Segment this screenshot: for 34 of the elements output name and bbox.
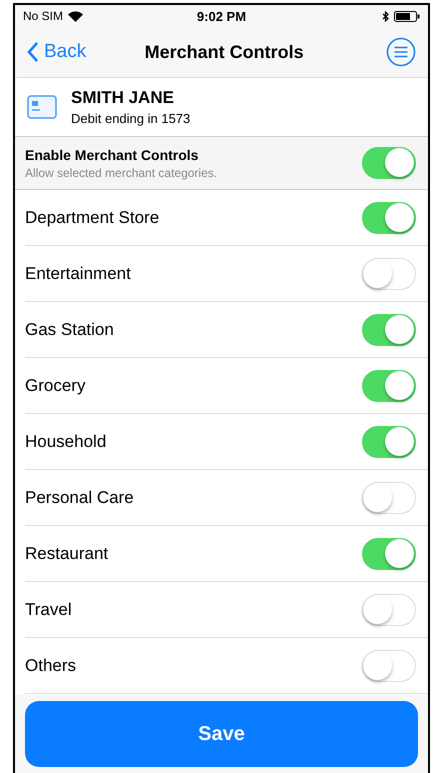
setting-label: Enable Merchant Controls	[25, 146, 200, 162]
category-label: Travel	[25, 600, 72, 620]
toggle-switch[interactable]	[362, 650, 416, 682]
toggle-switch[interactable]	[362, 482, 416, 514]
chevron-left-icon	[27, 41, 39, 63]
category-label: Restaurant	[25, 544, 108, 564]
toggle-switch[interactable]	[362, 426, 416, 458]
wifi-icon	[68, 10, 84, 22]
toggle-switch[interactable]	[362, 147, 416, 179]
category-label: Personal Care	[25, 488, 134, 508]
toggle-switch[interactable]	[362, 594, 416, 626]
toggle-switch[interactable]	[362, 258, 416, 290]
status-time: 9:02 PM	[196, 8, 246, 24]
category-label: Entertainment	[25, 264, 131, 284]
bluetooth-icon	[382, 10, 389, 22]
menu-icon[interactable]	[386, 37, 416, 67]
toggle-switch[interactable]	[362, 202, 416, 234]
toggle-switch[interactable]	[362, 538, 416, 570]
toggle-switch[interactable]	[362, 314, 416, 346]
back-button[interactable]: Back	[27, 41, 86, 63]
cardholder-name: SMITH JANE	[71, 88, 175, 108]
card-icon	[27, 95, 57, 119]
category-label: Department Store	[25, 208, 160, 228]
category-label: Household	[25, 432, 106, 452]
category-label: Others	[25, 656, 76, 676]
toggle-switch[interactable]	[362, 370, 416, 402]
screen-title: Merchant Controls	[144, 42, 304, 62]
category-label: Grocery	[25, 376, 86, 396]
carrier-label: No SIM	[23, 9, 64, 23]
battery-icon	[394, 10, 420, 22]
card-detail: Debit ending in 1573	[71, 111, 190, 126]
setting-hint: Allow selected merchant categories.	[25, 166, 218, 180]
save-button[interactable]: Save	[25, 701, 418, 767]
category-label: Gas Station	[25, 320, 114, 340]
